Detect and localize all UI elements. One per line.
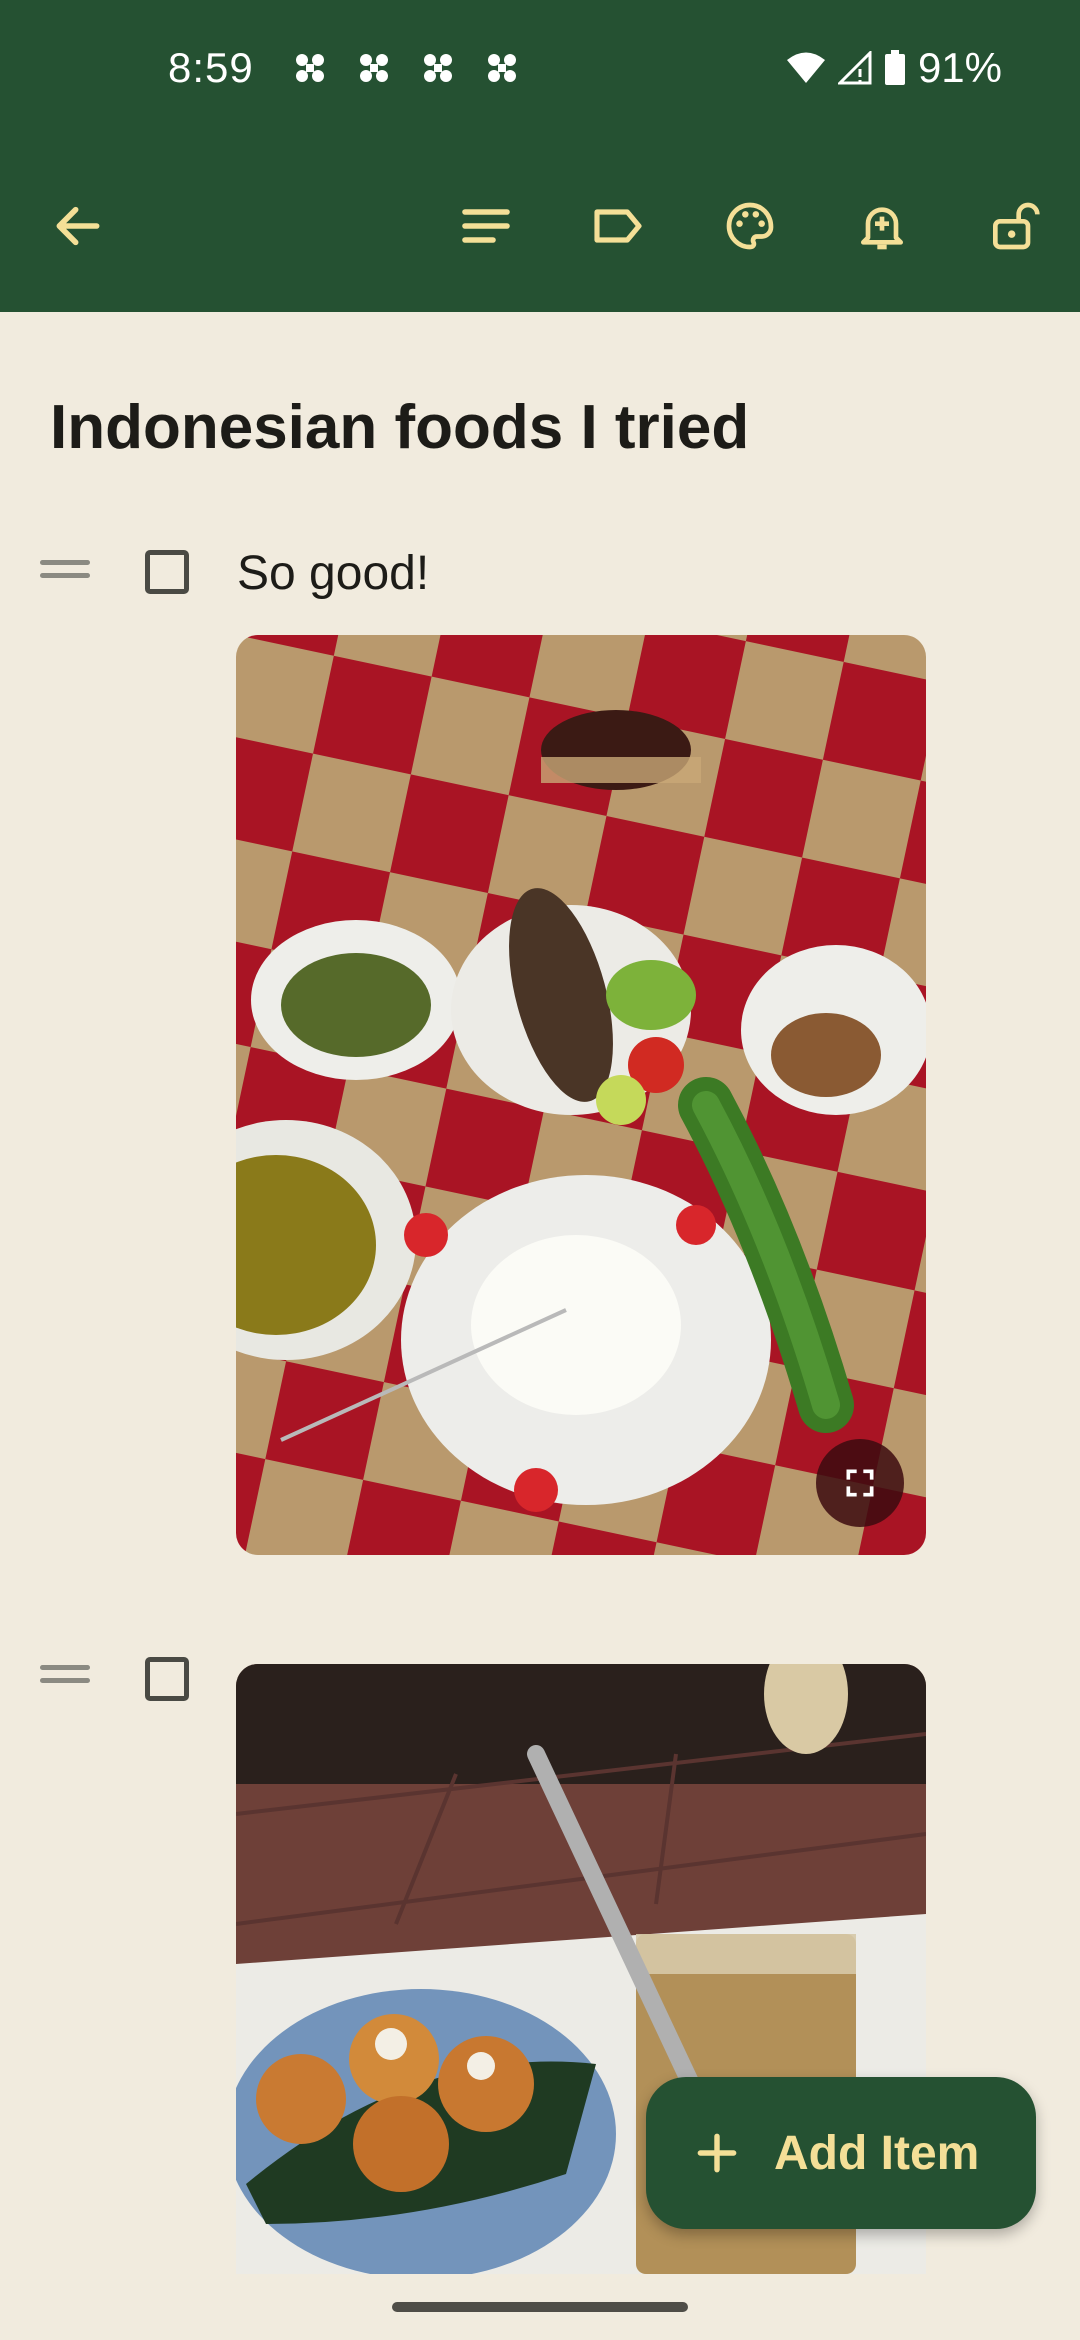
- notification-icon: [296, 54, 324, 82]
- expand-image-button[interactable]: [816, 1439, 904, 1527]
- food-photo-1: [236, 635, 926, 1555]
- notification-icon: [424, 54, 452, 82]
- format-lines-icon: [462, 209, 510, 243]
- reminder-button[interactable]: [834, 178, 930, 274]
- status-bar: 8:59 91%: [0, 0, 1080, 140]
- top-app-bar: [0, 140, 1080, 312]
- lock-button[interactable]: [966, 178, 1062, 274]
- notification-icon: [360, 54, 388, 82]
- notification-icon: [488, 54, 516, 82]
- signal-icon: [837, 51, 872, 85]
- battery-percentage: 91%: [917, 44, 1002, 91]
- home-indicator[interactable]: [392, 2302, 688, 2312]
- wifi-icon: [786, 52, 825, 83]
- reminder-bell-icon: [861, 207, 903, 250]
- add-item-button[interactable]: Add Item: [646, 2077, 1036, 2229]
- label-tag-icon: [594, 209, 642, 243]
- back-arrow-icon: [56, 206, 100, 246]
- label-button[interactable]: [570, 178, 666, 274]
- item-text[interactable]: So good!: [237, 546, 429, 601]
- color-palette-button[interactable]: [702, 178, 798, 274]
- battery-icon: [884, 50, 905, 85]
- expand-icon: [846, 1469, 874, 1497]
- notification-icons: [292, 50, 520, 86]
- drag-handle-icon[interactable]: [40, 1665, 90, 1685]
- plus-icon: [697, 2133, 737, 2173]
- palette-icon: [726, 202, 774, 250]
- add-item-label: Add Item: [774, 2126, 980, 2180]
- back-button[interactable]: [30, 178, 126, 274]
- status-time: 8:59: [168, 44, 254, 91]
- item-checkbox[interactable]: [145, 1657, 189, 1701]
- status-right: 91%: [786, 44, 1002, 92]
- format-button[interactable]: [438, 178, 534, 274]
- drag-handle-icon[interactable]: [40, 560, 90, 580]
- note-title[interactable]: Indonesian foods I tried: [50, 392, 749, 463]
- item-checkbox[interactable]: [145, 550, 189, 594]
- item-photo[interactable]: [236, 635, 926, 1555]
- unlock-icon: [993, 202, 1040, 250]
